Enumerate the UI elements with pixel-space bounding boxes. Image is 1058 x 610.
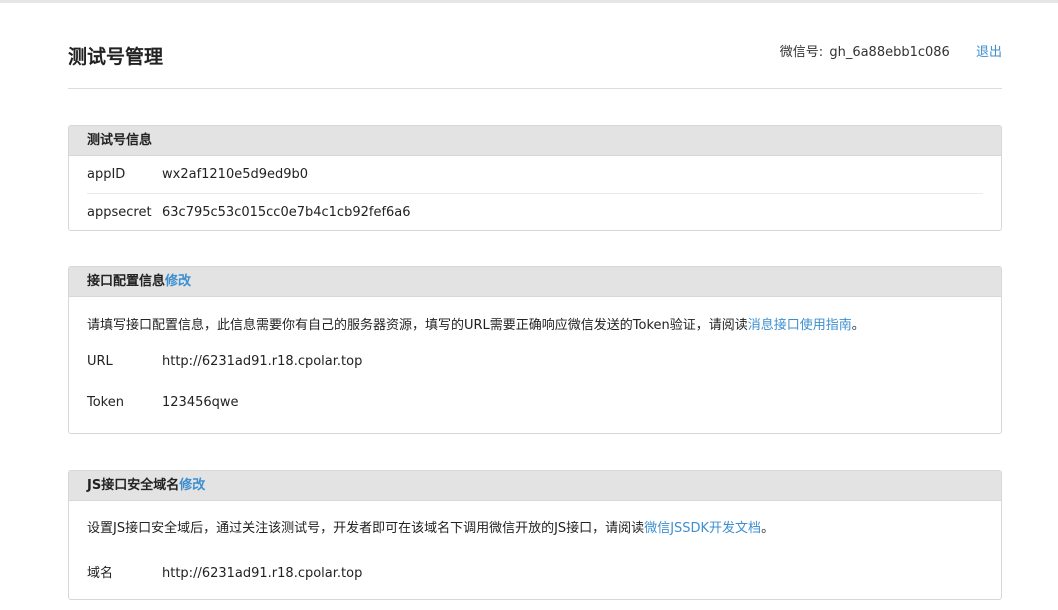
panel-title: 接口配置信息修改: [69, 267, 1001, 297]
panel-title: JS接口安全域名修改: [69, 471, 1001, 501]
domain-row: 域名 http://6231ad91.r18.cpolar.top: [87, 554, 983, 594]
jssdk-doc-link[interactable]: 微信JSSDK开发文档: [644, 521, 761, 536]
description-end: 。: [851, 318, 865, 333]
description-text: 设置JS接口安全域后，通过关注该测试号，开发者即可在该域名下调用微信开放的JS接…: [87, 521, 645, 536]
js-domain-panel: JS接口安全域名修改 设置JS接口安全域后，通过关注该测试号，开发者即可在该域名…: [68, 470, 1002, 600]
edit-js-domain-link[interactable]: 修改: [179, 478, 205, 493]
logout-link[interactable]: 退出: [976, 45, 1002, 60]
row-value: http://6231ad91.r18.cpolar.top: [162, 566, 363, 581]
row-label: appsecret: [87, 205, 152, 220]
config-row-token: Token 123456qwe: [87, 382, 983, 423]
test-account-info-panel: 测试号信息 appID wx2af1210e5d9ed9b0 appsecret…: [68, 125, 1002, 231]
panel-title-text: JS接口安全域名: [87, 478, 180, 493]
row-label: 域名: [87, 566, 114, 581]
panel-title-text: 测试号信息: [87, 133, 153, 148]
row-label: URL: [87, 354, 113, 369]
panel-title-text: 接口配置信息: [87, 274, 166, 289]
interface-config-panel: 接口配置信息修改 请填写接口配置信息，此信息需要你有自己的服务器资源，填写的UR…: [68, 266, 1002, 434]
row-value: 63c795c53c015cc0e7b4c1cb92fef6a6: [162, 205, 411, 220]
row-value: wx2af1210e5d9ed9b0: [162, 167, 309, 182]
row-value: 123456qwe: [162, 395, 239, 410]
row-label: appID: [87, 167, 126, 182]
message-api-guide-link[interactable]: 消息接口使用指南: [748, 318, 852, 333]
wechat-id-label: 微信号:: [779, 45, 824, 60]
description-text: 请填写接口配置信息，此信息需要你有自己的服务器资源，填写的URL需要正确响应微信…: [87, 318, 748, 333]
top-border: [0, 0, 1058, 3]
account-info: 微信号: gh_6a88ebb1c086 退出: [780, 41, 1002, 60]
wechat-id-value: gh_6a88ebb1c086: [829, 45, 950, 60]
info-row-appsecret: appsecret 63c795c53c015cc0e7b4c1cb92fef6…: [87, 194, 983, 231]
edit-interface-config-link[interactable]: 修改: [165, 274, 191, 289]
info-row-appid: appID wx2af1210e5d9ed9b0: [87, 156, 983, 194]
row-value: http://6231ad91.r18.cpolar.top: [162, 354, 363, 369]
panel-title: 测试号信息: [69, 126, 1001, 156]
row-label: Token: [87, 395, 124, 410]
panel-description: 设置JS接口安全域后，通过关注该测试号，开发者即可在该域名下调用微信开放的JS接…: [87, 501, 983, 544]
page-header: 测试号管理 微信号: gh_6a88ebb1c086 退出: [68, 38, 1002, 89]
panel-description: 请填写接口配置信息，此信息需要你有自己的服务器资源，填写的URL需要正确响应微信…: [87, 297, 983, 341]
config-row-url: URL http://6231ad91.r18.cpolar.top: [87, 341, 983, 382]
description-end: 。: [761, 521, 775, 536]
page-title: 测试号管理: [68, 46, 164, 68]
